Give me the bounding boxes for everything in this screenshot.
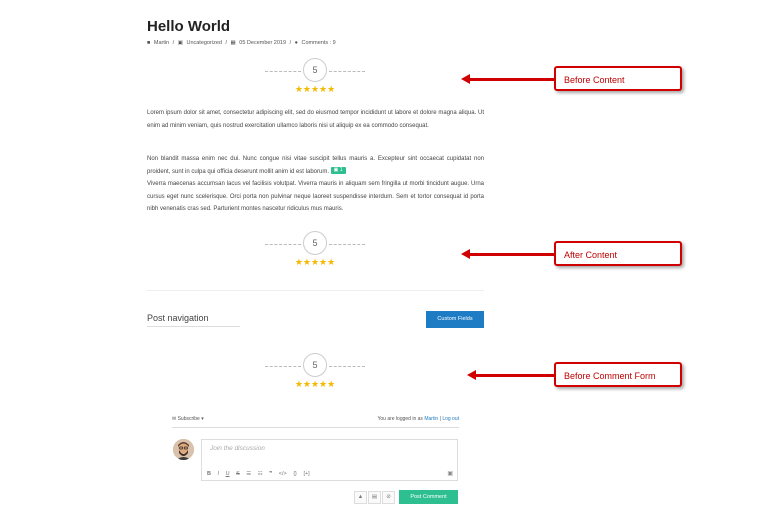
chevron-down-icon: ▾ bbox=[201, 416, 204, 422]
paragraph-2: Non blandit massa enim nec dui. Nunc con… bbox=[147, 153, 484, 216]
meta-separator: / bbox=[289, 40, 292, 46]
unordered-list-icon[interactable]: ☷ bbox=[258, 471, 263, 477]
meta-separator: / bbox=[172, 40, 175, 46]
comments-link[interactable]: Comments : 9 bbox=[302, 40, 336, 46]
pin-icon[interactable]: ▲ bbox=[354, 491, 367, 504]
rating-value: 5 bbox=[303, 231, 327, 255]
avatar bbox=[173, 439, 194, 460]
paragraph-2-text-b: Viverra maecenas accumsan lacus vel faci… bbox=[147, 181, 484, 212]
folder-icon: ▣ bbox=[177, 40, 183, 46]
no-notify-icon[interactable]: ⊘ bbox=[382, 491, 395, 504]
rating-stars[interactable]: ★★★★★ bbox=[265, 379, 365, 390]
rating-line-right bbox=[329, 244, 365, 245]
subscribe-label: Subscribe bbox=[177, 416, 200, 422]
arrow-after-content bbox=[468, 253, 554, 256]
comment-icon: ● bbox=[294, 40, 298, 46]
rating-line-left bbox=[265, 244, 301, 245]
logged-in-text: You are logged in as bbox=[377, 416, 423, 422]
user-icon: ■ bbox=[147, 40, 151, 46]
rating-before-comment-form: 5 ★★★★★ bbox=[265, 353, 365, 391]
post-meta: ■ Martin / ▣ Uncategorized / ▦ 05 Decemb… bbox=[147, 40, 338, 46]
callout-after-content: After Content bbox=[554, 241, 682, 266]
callout-before-content: Before Content bbox=[554, 66, 682, 91]
rating-line-right bbox=[329, 366, 365, 367]
calendar-icon: ▦ bbox=[230, 40, 236, 46]
author-link[interactable]: Martin bbox=[154, 40, 169, 46]
rating-line-left bbox=[265, 366, 301, 367]
print-icon[interactable]: ▤ bbox=[368, 491, 381, 504]
quote-icon[interactable]: ❞ bbox=[269, 471, 272, 477]
logout-link[interactable]: Log out bbox=[442, 416, 459, 422]
code-icon[interactable]: </> bbox=[279, 471, 287, 477]
inline-comment-badge[interactable]: ▣ 1 bbox=[330, 167, 346, 175]
user-link[interactable]: Martin bbox=[424, 416, 438, 422]
editor-toolbar: B I U S ☰ ☷ ❞ </> {} [+] bbox=[207, 471, 315, 477]
rating-stars[interactable]: ★★★★★ bbox=[265, 257, 365, 268]
rating-value: 5 bbox=[303, 353, 327, 377]
arrow-before-content bbox=[468, 78, 554, 81]
post-comment-button[interactable]: Post Comment bbox=[399, 490, 458, 504]
paragraph-1: Lorem ipsum dolor sit amet, consectetur … bbox=[147, 110, 484, 129]
category-link[interactable]: Uncategorized bbox=[186, 40, 221, 46]
strikethrough-icon[interactable]: S bbox=[236, 471, 240, 477]
underline-icon[interactable]: U bbox=[226, 471, 230, 477]
post-navigation-heading: Post navigation bbox=[147, 313, 209, 323]
subscribe-dropdown[interactable]: ✉ Subscribe ▾ bbox=[172, 416, 204, 422]
arrow-before-comment-form bbox=[474, 374, 554, 377]
section-divider bbox=[147, 290, 484, 291]
rating-stars[interactable]: ★★★★★ bbox=[265, 84, 365, 95]
bold-icon[interactable]: B bbox=[207, 471, 211, 477]
inline-comment-count: 1 bbox=[339, 167, 343, 174]
rating-value: 5 bbox=[303, 58, 327, 82]
comment-placeholder[interactable]: Join the discussion bbox=[210, 445, 265, 452]
comment-editor[interactable]: Join the discussion B I U S ☰ ☷ ❞ </> {}… bbox=[201, 439, 458, 481]
italic-icon[interactable]: I bbox=[218, 471, 220, 477]
post-navigation-underline bbox=[147, 326, 240, 327]
rating-after-content: 5 ★★★★★ bbox=[265, 231, 365, 269]
callout-before-comment-form: Before Comment Form bbox=[554, 362, 682, 387]
login-status: You are logged in as Martin | Log out bbox=[378, 416, 460, 422]
avatar-image bbox=[173, 439, 194, 460]
post-date: 05 December 2019 bbox=[239, 40, 287, 46]
post-title: Hello World bbox=[147, 18, 231, 35]
spoiler-icon[interactable]: [+] bbox=[303, 471, 309, 477]
comment-form-divider bbox=[172, 427, 459, 428]
login-separator: | bbox=[439, 416, 441, 422]
ordered-list-icon[interactable]: ☰ bbox=[246, 471, 251, 477]
envelope-icon: ✉ bbox=[172, 416, 177, 422]
rating-line-left bbox=[265, 71, 301, 72]
rating-line-right bbox=[329, 71, 365, 72]
code-block-icon[interactable]: {} bbox=[293, 471, 297, 477]
image-upload-icon[interactable]: ▣ bbox=[447, 470, 453, 477]
paragraph-2-text-a: Non blandit massa enim nec dui. Nunc con… bbox=[147, 156, 484, 175]
rating-before-content: 5 ★★★★★ bbox=[265, 58, 365, 96]
custom-fields-button[interactable]: Custom Fields bbox=[426, 311, 484, 328]
meta-separator: / bbox=[225, 40, 227, 46]
